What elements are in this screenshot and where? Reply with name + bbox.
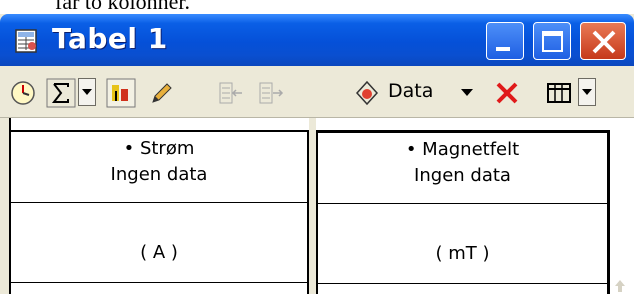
column-current[interactable]: • Strøm Ingen data ( A ) bbox=[11, 130, 309, 294]
document-text-fragment: far to kolonner. bbox=[0, 0, 634, 14]
table-layout-icon bbox=[547, 83, 571, 103]
column-unit: ( mT ) bbox=[435, 243, 490, 264]
column-header[interactable]: • Magnetfelt bbox=[318, 139, 607, 160]
scroll-up-icon[interactable] bbox=[612, 278, 628, 294]
sum-button[interactable] bbox=[46, 78, 76, 108]
timer-icon bbox=[11, 81, 35, 105]
insert-right-button[interactable] bbox=[256, 78, 286, 108]
row-header-strip bbox=[0, 118, 11, 294]
row-divider bbox=[318, 203, 607, 204]
chevron-down-icon bbox=[82, 89, 92, 95]
delete-button[interactable] bbox=[492, 78, 522, 108]
maximize-icon bbox=[542, 31, 563, 52]
minimize-icon bbox=[496, 47, 510, 51]
column-options-icon bbox=[106, 78, 136, 108]
insert-left-icon bbox=[219, 82, 242, 104]
data-table: • Strøm Ingen data ( A ) • Magnetfelt In… bbox=[0, 118, 634, 294]
sum-dropdown[interactable] bbox=[78, 78, 96, 106]
bullet-icon: • bbox=[405, 139, 417, 160]
column-name: Strøm bbox=[139, 138, 195, 159]
data-drop-icon bbox=[355, 80, 379, 106]
pencil-icon bbox=[152, 83, 172, 103]
row-divider bbox=[11, 202, 307, 203]
column-status: Ingen data bbox=[414, 165, 511, 186]
data-dropdown-button[interactable]: Data bbox=[352, 76, 482, 108]
chevron-down-icon bbox=[461, 89, 473, 96]
insert-right-icon bbox=[259, 82, 284, 104]
insert-left-button[interactable] bbox=[216, 78, 246, 108]
row-divider bbox=[11, 282, 307, 283]
table-layout-button[interactable] bbox=[544, 78, 574, 108]
delete-icon bbox=[496, 82, 518, 104]
edit-button[interactable] bbox=[146, 78, 176, 108]
table-window: Tabel 1 Data • Strøm Ingen data (A) • … bbox=[0, 14, 634, 294]
chevron-down-icon bbox=[582, 89, 592, 95]
toolbar: Data bbox=[0, 66, 634, 118]
column-magnetic-field[interactable]: • Magnetfelt Ingen data ( mT ) bbox=[316, 130, 610, 294]
column-header[interactable]: • Strøm bbox=[11, 138, 307, 159]
column-separator bbox=[309, 118, 316, 294]
close-button[interactable] bbox=[580, 22, 626, 60]
table-doc-icon bbox=[15, 29, 37, 53]
column-unit: ( A ) bbox=[140, 242, 178, 263]
minimize-button[interactable] bbox=[486, 22, 524, 60]
maximize-button[interactable] bbox=[533, 22, 571, 60]
column-status: Ingen data bbox=[110, 164, 208, 185]
row-divider bbox=[318, 283, 607, 284]
bullet-icon: • bbox=[123, 138, 135, 159]
close-icon bbox=[592, 30, 616, 54]
table-layout-dropdown[interactable] bbox=[578, 78, 596, 106]
title-bar[interactable]: Tabel 1 bbox=[0, 14, 634, 66]
window-title: Tabel 1 bbox=[52, 22, 168, 55]
column-options-button[interactable] bbox=[106, 78, 136, 108]
document-text: far to kolonner. bbox=[55, 0, 191, 14]
timer-button[interactable] bbox=[8, 78, 38, 108]
data-label: Data bbox=[388, 80, 434, 102]
column-name: Magnetfelt bbox=[422, 139, 520, 160]
sum-icon bbox=[46, 78, 76, 108]
